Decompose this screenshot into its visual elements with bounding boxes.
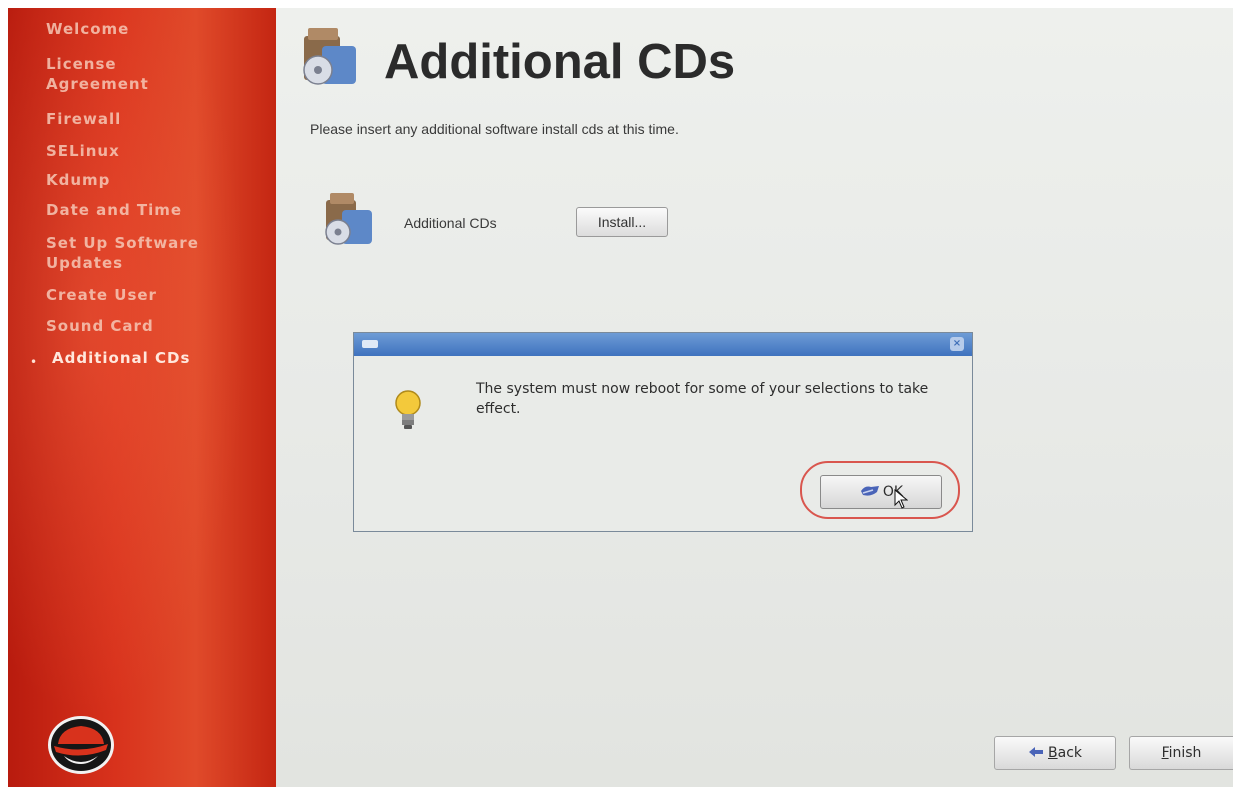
- finish-mnemonic: F: [1161, 745, 1169, 761]
- back-arrow-icon: [1029, 747, 1043, 757]
- close-icon[interactable]: ×: [950, 337, 964, 351]
- ok-icon: [860, 486, 879, 496]
- ok-button[interactable]: OK: [820, 475, 942, 509]
- sidebar-item-date-and-time: Date and Time: [46, 201, 183, 219]
- cd-package-icon: [303, 28, 356, 85]
- back-mnemonic: B: [1048, 745, 1058, 761]
- sidebar-item-kdump: Kdump: [46, 171, 111, 189]
- sidebar-item-selinux: SELinux: [46, 142, 120, 160]
- sidebar-item-license-agreement: Agreement: [46, 75, 149, 93]
- reboot-dialog: × The system must now reboot for some of…: [353, 332, 973, 532]
- dialog-message: The system must now reboot for some of y…: [476, 381, 929, 417]
- back-label: ack: [1057, 745, 1082, 761]
- window-menu-icon[interactable]: [362, 340, 378, 348]
- additional-cds-icon: [325, 193, 372, 245]
- finish-button[interactable]: Finish: [1129, 736, 1233, 770]
- sidebar-item-license: License: [46, 55, 117, 73]
- sidebar-item-set-up-software: Set Up Software: [46, 234, 199, 252]
- sidebar-item-firewall: Firewall: [46, 110, 122, 128]
- redhat-logo-icon: [48, 716, 114, 774]
- active-bullet: •: [30, 355, 38, 369]
- main-content: Additional CDs Please insert any additio…: [276, 8, 1233, 787]
- sidebar-item-create-user: Create User: [46, 286, 157, 304]
- sidebar-item-updates: Updates: [46, 254, 124, 272]
- dialog-titlebar[interactable]: ×: [354, 333, 972, 356]
- sidebar-item-sound-card: Sound Card: [46, 317, 154, 335]
- lightbulb-icon: [395, 390, 421, 429]
- sidebar-item-welcome: Welcome: [46, 20, 130, 38]
- additional-cds-label: Additional CDs: [404, 215, 497, 231]
- installer-screen: Welcome License Agreement Firewall SELin…: [8, 8, 1233, 787]
- sidebar-item-additional-cds: Additional CDs: [52, 349, 191, 367]
- page-subtitle: Please insert any additional software in…: [310, 121, 679, 137]
- back-button[interactable]: Back: [994, 736, 1116, 770]
- finish-label: inish: [1168, 745, 1202, 761]
- mouse-cursor-icon: [894, 489, 908, 509]
- page-title: Additional CDs: [384, 35, 736, 89]
- sidebar: Welcome License Agreement Firewall SELin…: [8, 8, 276, 787]
- install-button[interactable]: Install...: [576, 207, 668, 237]
